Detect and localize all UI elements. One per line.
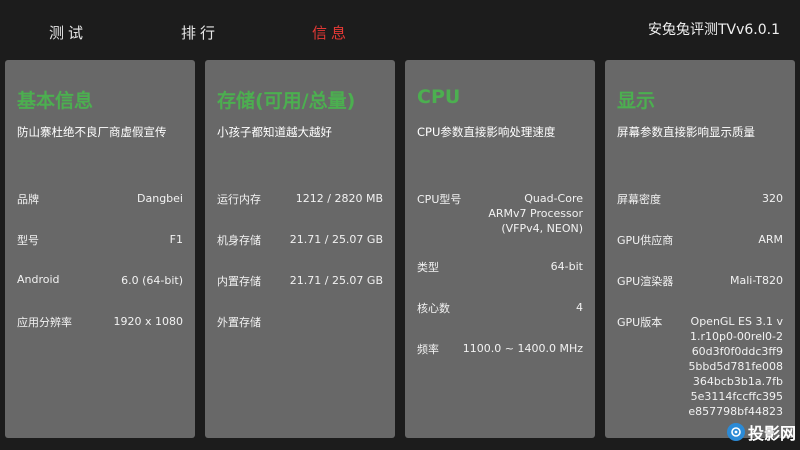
antutu-info-screen: 测试 排行 信息 安兔兔评测TVv6.0.1 基本信息 防山寨杜绝不良厂商虚假宣…: [0, 0, 800, 450]
watermark-text: 投影网: [747, 424, 796, 443]
watermark: 投影网: [726, 420, 796, 444]
card-basic-info[interactable]: 基本信息 防山寨杜绝不良厂商虚假宣传 品牌 Dangbei 型号 F1 Andr…: [5, 60, 195, 438]
row-value: Mali-T820: [729, 274, 783, 287]
card-subtitle: 防山寨杜绝不良厂商虚假宣传: [17, 125, 167, 139]
tab-bar: 测试 排行 信息: [0, 0, 560, 60]
card-storage[interactable]: 存储(可用/总量) 小孩子都知道越大越好 运行内存 1212 / 2820 MB…: [205, 60, 395, 438]
row-label: 类型: [417, 261, 439, 274]
card-subtitle: CPU参数直接影响处理速度: [417, 125, 556, 139]
row-label: 机身存储: [217, 234, 261, 247]
row-label: 品牌: [17, 193, 39, 206]
row-value: 1920 x 1080: [113, 315, 184, 328]
row-label: GPU版本: [617, 316, 663, 329]
card-subtitle: 屏幕参数直接影响显示质量: [617, 125, 755, 139]
row-label: 内置存储: [217, 275, 261, 288]
row-label: 型号: [17, 234, 39, 247]
row-value: 1100.0 ~ 1400.0 MHz: [462, 342, 583, 355]
tab-ranking[interactable]: 排行: [181, 22, 219, 43]
row-label: 核心数: [417, 302, 450, 315]
row-label: Android: [17, 273, 60, 286]
row-label: 频率: [417, 343, 439, 356]
card-display[interactable]: 显示 屏幕参数直接影响显示质量 屏幕密度 320 GPU供应商 ARM GPU渲…: [605, 60, 795, 438]
tab-test[interactable]: 测试: [49, 22, 87, 43]
row-value: F1: [169, 233, 183, 246]
row-value: 4: [576, 301, 583, 314]
row-label: 屏幕密度: [617, 193, 661, 206]
card-title: 存储(可用/总量): [217, 90, 356, 112]
tab-info[interactable]: 信息: [312, 22, 350, 43]
row-label: 外置存储: [217, 316, 261, 329]
row-label: CPU型号: [417, 193, 462, 206]
row-label: 运行内存: [217, 193, 261, 206]
row-value: 21.71 / 25.07 GB: [289, 274, 383, 287]
card-title: CPU: [417, 86, 461, 108]
row-label: 应用分辨率: [17, 316, 72, 329]
card-cpu[interactable]: CPU CPU参数直接影响处理速度 CPU型号 Quad-Core ARMv7 …: [405, 60, 595, 438]
row-value: OpenGL ES 3.1 v1.r10p0-00rel0-260d3f0f0d…: [688, 315, 783, 418]
card-title: 基本信息: [17, 90, 94, 112]
row-value: ARM: [758, 233, 783, 246]
row-value: 6.0 (64-bit): [121, 274, 183, 287]
row-label: GPU供应商: [617, 234, 674, 247]
info-cards: 基本信息 防山寨杜绝不良厂商虚假宣传 品牌 Dangbei 型号 F1 Andr…: [5, 60, 795, 438]
app-title: 安兔兔评测TVv6.0.1: [647, 22, 780, 38]
row-value: 1212 / 2820 MB: [295, 192, 383, 205]
card-subtitle: 小孩子都知道越大越好: [217, 125, 332, 139]
row-value: Dangbei: [137, 192, 183, 205]
row-value: Quad-Core ARMv7 Processor (VFPv4, NEON): [488, 192, 583, 235]
row-value: 21.71 / 25.07 GB: [289, 233, 383, 246]
row-value: 64-bit: [550, 260, 583, 273]
projector-logo-icon: [726, 423, 745, 441]
row-label: GPU渲染器: [617, 275, 674, 288]
card-title: 显示: [617, 90, 656, 112]
row-value: 320: [762, 192, 783, 205]
